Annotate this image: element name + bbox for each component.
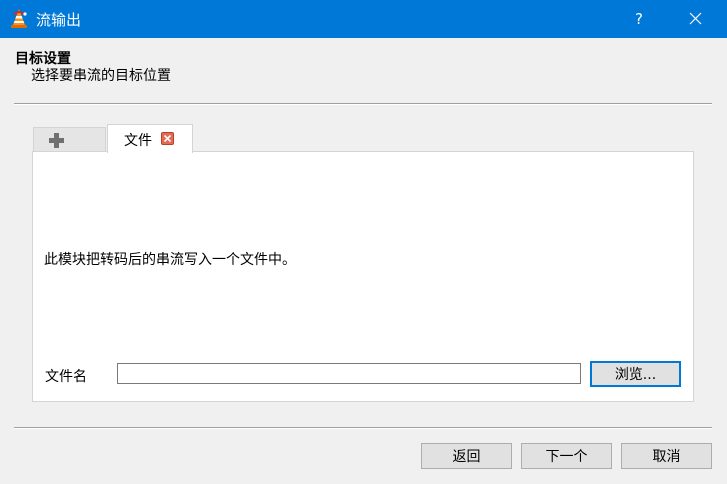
- filename-input[interactable]: [117, 363, 581, 384]
- file-output-panel: 此模块把转码后的串流写入一个文件中。 文件名 浏览...: [32, 151, 694, 402]
- back-button[interactable]: 返回: [421, 443, 512, 469]
- help-button[interactable]: ?: [620, 0, 658, 38]
- filename-label: 文件名: [45, 369, 87, 385]
- page-subtitle: 选择要串流的目标位置: [31, 68, 171, 84]
- cancel-button[interactable]: 取消: [621, 443, 712, 469]
- module-description: 此模块把转码后的串流写入一个文件中。: [44, 252, 296, 268]
- tab-close-icon[interactable]: [161, 132, 174, 145]
- footer-divider: [14, 427, 712, 429]
- plus-icon: [49, 133, 64, 148]
- tab-file[interactable]: 文件: [107, 124, 193, 153]
- vlc-cone-icon: [9, 8, 29, 30]
- close-icon: [689, 12, 702, 25]
- close-window-button[interactable]: [676, 0, 716, 38]
- next-button[interactable]: 下一个: [521, 443, 612, 469]
- header-divider: [14, 103, 712, 105]
- browse-button[interactable]: 浏览...: [590, 361, 681, 387]
- tab-add[interactable]: [33, 127, 106, 151]
- tab-file-label: 文件: [124, 133, 152, 149]
- window-title: 流输出: [36, 11, 82, 29]
- title-bar: 流输出 ?: [0, 0, 727, 38]
